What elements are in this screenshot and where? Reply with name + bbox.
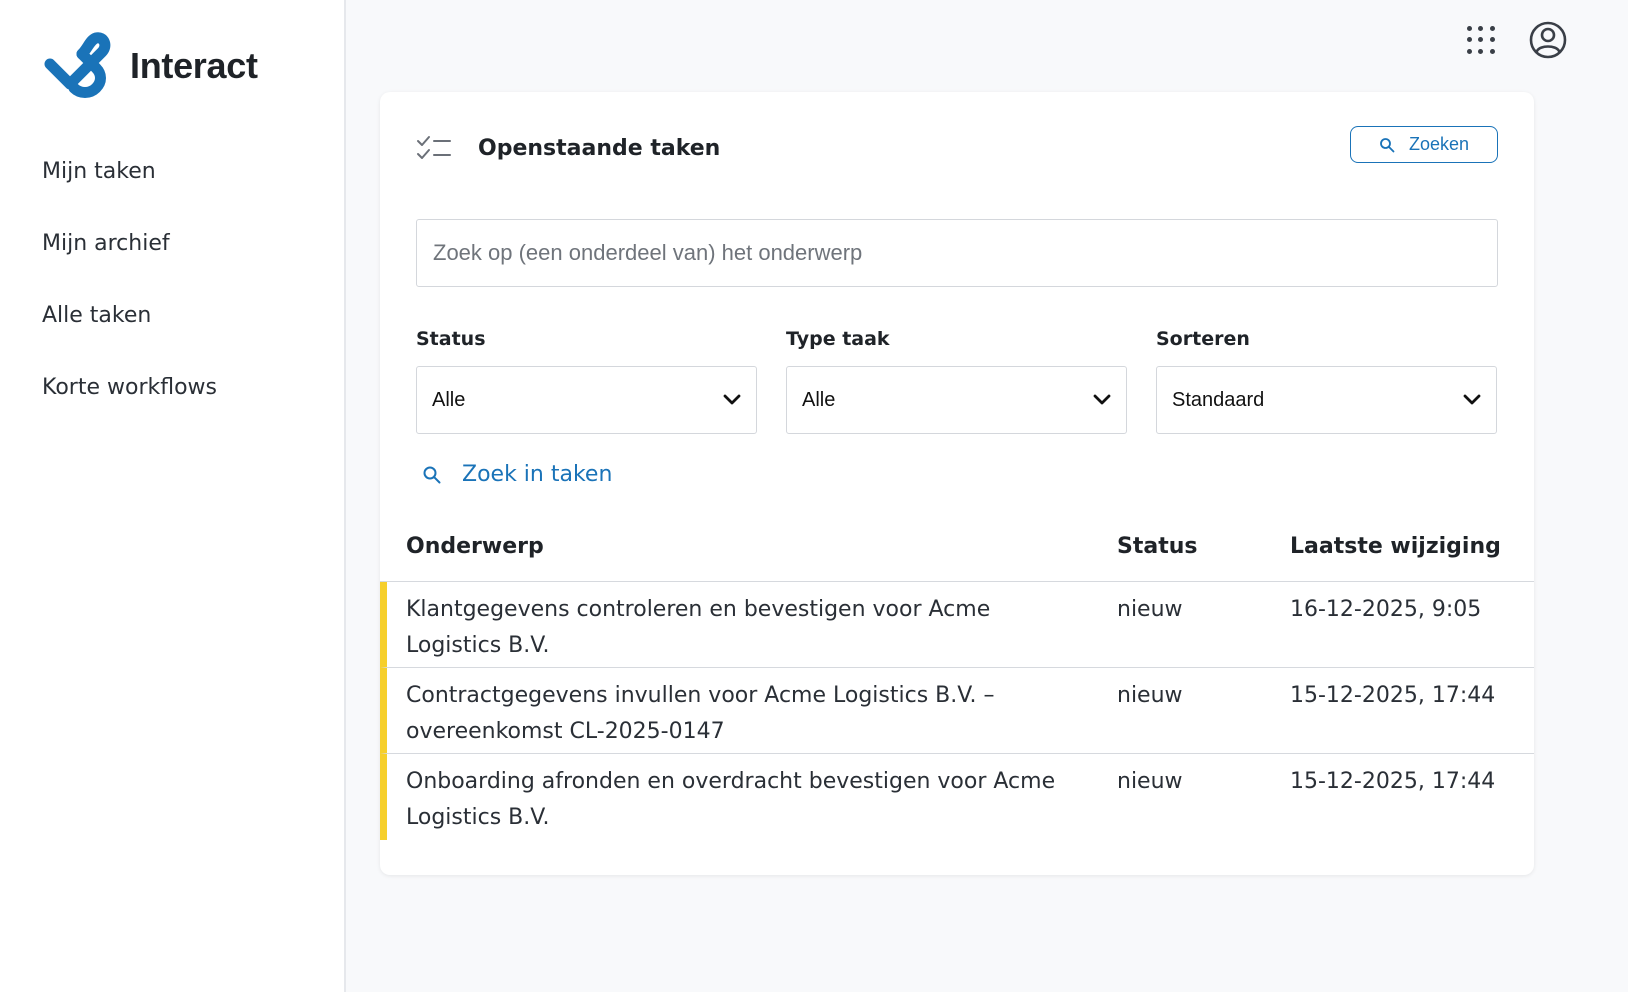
app-name: Interact — [130, 45, 258, 86]
zoeken-button[interactable]: Zoeken — [1350, 126, 1498, 163]
filter-status: Status Alle — [416, 328, 757, 434]
table-row[interactable]: Contractgegevens invullen voor Acme Logi… — [380, 668, 1534, 754]
apps-grid-icon[interactable] — [1464, 23, 1498, 57]
zoek-in-taken-label: Zoek in taken — [462, 462, 613, 487]
status-select[interactable]: Alle — [416, 366, 757, 434]
column-header-laatste-wijziging[interactable]: Laatste wijziging — [1290, 534, 1520, 559]
filter-label-type-taak: Type taak — [786, 328, 890, 350]
table-body: Klantgegevens controleren en bevestigen … — [380, 582, 1534, 840]
table-row[interactable]: Onboarding afronden en overdracht bevest… — [380, 754, 1534, 840]
tasks-table: Onderwerp Status Laatste wijziging Klant… — [380, 530, 1534, 840]
card-header: Openstaande taken Zoeken — [416, 126, 1498, 168]
checklist-icon — [417, 136, 451, 159]
filter-sorteren: Sorteren Standaard — [1156, 328, 1497, 434]
row-status: nieuw — [1117, 769, 1183, 794]
page-title: Openstaande taken — [478, 135, 721, 161]
type-taak-select-value: Alle — [802, 388, 836, 411]
sidebar-item-korte-workflows[interactable]: Korte workflows — [0, 352, 344, 424]
sidebar-item-mijn-taken[interactable]: Mijn taken — [0, 136, 344, 208]
open-tasks-card: Openstaande taken Zoeken Status Alle — [380, 92, 1534, 875]
type-taak-select[interactable]: Alle — [786, 366, 1127, 434]
zoeken-button-label: Zoeken — [1408, 134, 1470, 154]
chevron-down-icon — [723, 394, 741, 405]
subject-search-input[interactable] — [416, 219, 1498, 287]
row-subject[interactable]: Contractgegevens invullen voor Acme Logi… — [406, 678, 1066, 750]
row-status: nieuw — [1117, 683, 1183, 708]
sorteren-select[interactable]: Standaard — [1156, 366, 1497, 434]
table-row[interactable]: Klantgegevens controleren en bevestigen … — [380, 582, 1534, 668]
sidebar: Interact Mijn taken Mijn archief Alle ta… — [0, 0, 346, 992]
row-status: nieuw — [1117, 597, 1183, 622]
column-header-status[interactable]: Status — [1117, 534, 1267, 559]
sidebar-item-mijn-archief[interactable]: Mijn archief — [0, 208, 344, 280]
row-modified: 15-12-2025, 17:44 — [1290, 683, 1496, 708]
sorteren-select-value: Standaard — [1172, 388, 1265, 411]
column-header-onderwerp[interactable]: Onderwerp — [406, 534, 1066, 559]
app-logo[interactable]: Interact — [42, 30, 258, 102]
chevron-down-icon — [1463, 394, 1481, 405]
search-icon — [1380, 137, 1395, 152]
search-icon — [423, 466, 441, 483]
status-select-value: Alle — [432, 388, 466, 411]
app-root: Interact Mijn taken Mijn archief Alle ta… — [0, 0, 1628, 992]
chevron-down-icon — [1093, 394, 1111, 405]
row-subject[interactable]: Onboarding afronden en overdracht bevest… — [406, 764, 1066, 836]
row-modified: 16-12-2025, 9:05 — [1290, 597, 1482, 622]
table-header: Onderwerp Status Laatste wijziging — [380, 530, 1534, 582]
zoek-in-taken-link[interactable]: Zoek in taken — [422, 462, 612, 487]
filters: Status Alle Type taak Alle Sorteren Stan… — [416, 328, 1498, 434]
interact-logo-icon — [44, 32, 111, 98]
filter-label-sorteren: Sorteren — [1156, 328, 1250, 350]
row-modified: 15-12-2025, 17:44 — [1290, 769, 1496, 794]
filter-label-status: Status — [416, 328, 486, 350]
row-subject[interactable]: Klantgegevens controleren en bevestigen … — [406, 592, 1066, 664]
sidebar-nav: Mijn taken Mijn archief Alle taken Korte… — [0, 136, 344, 424]
topbar-actions — [1464, 20, 1568, 60]
filter-type-taak: Type taak Alle — [786, 328, 1127, 434]
user-account-icon[interactable] — [1528, 20, 1568, 60]
sidebar-item-alle-taken[interactable]: Alle taken — [0, 280, 344, 352]
